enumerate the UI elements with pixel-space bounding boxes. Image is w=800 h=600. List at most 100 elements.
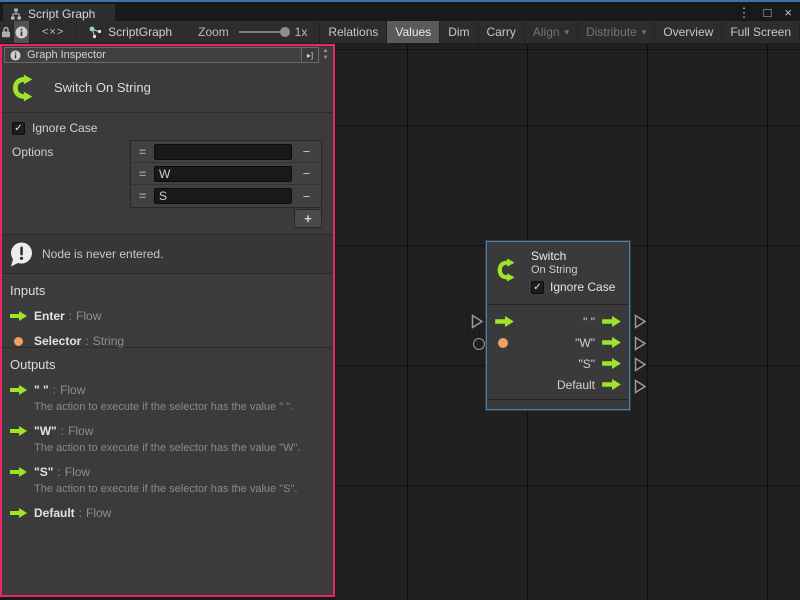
output-port-label: Default: [557, 378, 595, 392]
ignore-case-label: Ignore Case: [32, 121, 97, 135]
script-graph-icon: [89, 26, 102, 39]
switch-on-string-node[interactable]: Switch On String ✓ Ignore Case " ": [486, 241, 630, 410]
option-value-input[interactable]: [154, 144, 292, 160]
carry-button[interactable]: Carry: [478, 21, 524, 43]
graph-toolbar: <×> ScriptGraph Zoom 1x Relations Values…: [0, 21, 800, 44]
lock-button[interactable]: [0, 21, 14, 43]
info-icon: [15, 26, 28, 39]
input-row-selector: Selector : String: [10, 334, 333, 348]
output-port-label: "W": [575, 336, 595, 350]
inspected-node-title: Switch On String: [54, 80, 151, 95]
option-value-input[interactable]: [154, 166, 292, 182]
graph-canvas[interactable]: Switch On String ✓ Ignore Case " ": [335, 44, 800, 600]
values-button[interactable]: Values: [386, 21, 439, 43]
outputs-section: Outputs " " : Flow The action to execute…: [2, 348, 333, 595]
code-view-button[interactable]: <×>: [30, 21, 77, 43]
output-port-label: "S": [578, 357, 595, 371]
close-icon[interactable]: ×: [784, 5, 792, 21]
node-output-outer-port-space[interactable]: [634, 314, 647, 329]
tab-title: Script Graph: [28, 7, 95, 21]
options-list: = − = − = −: [130, 140, 322, 208]
flow-port-icon: [10, 467, 27, 477]
output-row-w: "W" : Flow: [10, 424, 333, 438]
dock-icon[interactable]: ▸]: [302, 47, 319, 63]
flow-port-icon: [10, 426, 27, 436]
option-row: = −: [131, 141, 321, 163]
inputs-section: Inputs Enter : Flow Selector : String: [2, 274, 333, 348]
graph-breadcrumb[interactable]: ScriptGraph: [77, 21, 184, 43]
remove-option-button[interactable]: −: [292, 166, 321, 181]
scroll-up-icon[interactable]: ▲: [323, 48, 329, 55]
flow-port-icon: [10, 508, 27, 518]
warning-banner: Node is never entered.: [2, 235, 333, 274]
node-ignore-case-checkbox[interactable]: ✓ Ignore Case: [531, 280, 615, 294]
relations-button[interactable]: Relations: [319, 21, 386, 43]
flow-output-port-space[interactable]: [602, 316, 621, 327]
zoom-slider[interactable]: [239, 31, 285, 33]
output-description: The action to execute if the selector ha…: [34, 401, 323, 413]
full-screen-button[interactable]: Full Screen: [721, 21, 800, 43]
inspector-toggle-button[interactable]: [14, 21, 30, 43]
chevron-down-icon: ▾: [565, 27, 570, 38]
window-tab-bar: Script Graph ⋮ □ ×: [0, 0, 800, 21]
remove-option-button[interactable]: −: [292, 189, 321, 204]
inspector-title-bar[interactable]: Graph Inspector: [4, 47, 302, 63]
output-row-default: Default : Flow: [10, 506, 333, 520]
ignore-case-checkbox[interactable]: ✓ Ignore Case: [12, 121, 97, 135]
output-port-label: " ": [583, 315, 595, 329]
output-description: The action to execute if the selector ha…: [34, 442, 323, 454]
node-title: Switch: [531, 249, 615, 263]
scroll-down-icon[interactable]: ▼: [323, 55, 329, 62]
node-ignore-case-label: Ignore Case: [550, 280, 615, 294]
node-body: " " "W" "S": [487, 305, 629, 400]
chevron-down-icon: ▾: [642, 27, 647, 38]
node-settings-section: ✓ Ignore Case Options = − = − = −: [2, 113, 333, 235]
node-output-outer-port-default[interactable]: [634, 379, 647, 394]
outputs-title: Outputs: [10, 357, 333, 372]
inspected-node-title-row: Switch On String: [2, 63, 333, 113]
inputs-title: Inputs: [10, 283, 333, 298]
value-port-icon: [14, 337, 23, 346]
node-output-outer-port-s[interactable]: [634, 357, 647, 372]
align-dropdown[interactable]: Align▾: [524, 21, 577, 43]
maximize-icon[interactable]: □: [764, 5, 772, 21]
remove-option-button[interactable]: −: [292, 144, 321, 159]
zoom-label: Zoom: [198, 25, 229, 39]
overview-button[interactable]: Overview: [654, 21, 721, 43]
warning-bubble-icon: [8, 241, 35, 268]
drag-handle-icon[interactable]: =: [131, 145, 154, 159]
checkbox-check-icon: ✓: [531, 281, 544, 294]
menu-icon[interactable]: ⋮: [738, 5, 751, 21]
graph-inspector-panel: Graph Inspector ▸] ▲ ▼ Switch On String …: [0, 44, 335, 597]
output-row-space: " " : Flow: [10, 383, 333, 397]
switch-icon: [11, 71, 41, 105]
option-value-input[interactable]: [154, 188, 292, 204]
zoom-slider-thumb[interactable]: [280, 27, 290, 37]
options-label: Options: [12, 145, 53, 159]
selector-value-port[interactable]: [498, 338, 508, 348]
node-footer: [487, 400, 629, 408]
node-output-outer-port-w[interactable]: [634, 336, 647, 351]
flow-port-icon: [10, 311, 27, 321]
toolbar-button-group: Relations Values Dim Carry Align▾ Distri…: [319, 21, 800, 43]
flow-output-port-default[interactable]: [602, 379, 621, 390]
graph-name-label: ScriptGraph: [108, 25, 172, 39]
warning-text: Node is never entered.: [42, 247, 163, 261]
flow-enter-port[interactable]: [495, 316, 514, 327]
node-enter-outer-port[interactable]: [471, 314, 484, 329]
info-icon: [10, 50, 21, 61]
output-description: The action to execute if the selector ha…: [34, 483, 323, 495]
drag-handle-icon[interactable]: =: [131, 189, 154, 203]
add-option-button[interactable]: +: [294, 209, 322, 228]
switch-icon: [496, 255, 522, 285]
graph-tab-icon: [10, 8, 22, 20]
dim-button[interactable]: Dim: [439, 21, 477, 43]
distribute-dropdown[interactable]: Distribute▾: [577, 21, 654, 43]
flow-output-port-w[interactable]: [602, 337, 621, 348]
option-row: = −: [131, 163, 321, 185]
window-controls: ⋮ □ ×: [738, 5, 792, 21]
panel-scroll-arrows: ▲ ▼: [319, 47, 332, 63]
flow-output-port-s[interactable]: [602, 358, 621, 369]
drag-handle-icon[interactable]: =: [131, 167, 154, 181]
node-selector-outer-port[interactable]: [473, 338, 485, 350]
